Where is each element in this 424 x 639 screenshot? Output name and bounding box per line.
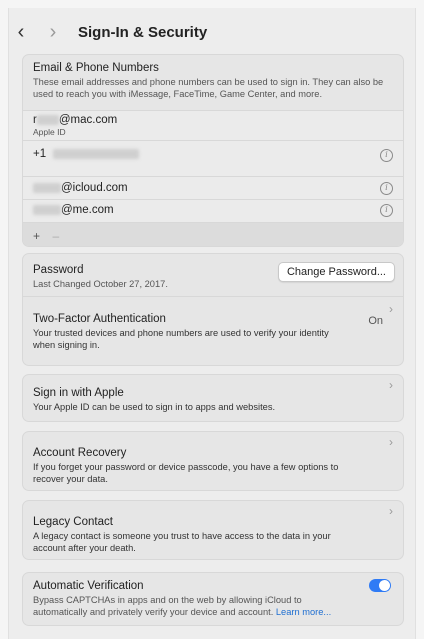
page-title: Sign-In & Security bbox=[78, 23, 208, 41]
info-icon[interactable]: i bbox=[380, 149, 393, 162]
password-card: Password Last Changed October 27, 2017. … bbox=[22, 253, 404, 366]
email-phone-description: These email addresses and phone numbers … bbox=[33, 77, 384, 99]
legacy-contact-title: Legacy Contact bbox=[33, 516, 113, 528]
sign-in-with-apple-title: Sign in with Apple bbox=[33, 387, 124, 399]
account-recovery-title: Account Recovery bbox=[33, 447, 127, 459]
email-phone-header: Email & Phone Numbers These email addres… bbox=[23, 55, 403, 111]
account-recovery-card[interactable]: Account Recovery If you forget your pass… bbox=[22, 431, 404, 491]
info-icon[interactable]: i bbox=[380, 182, 393, 195]
redacted-text bbox=[36, 114, 59, 125]
legacy-contact-description: A legacy contact is someone you trust to… bbox=[33, 531, 331, 553]
change-password-button[interactable]: Change Password... bbox=[277, 262, 395, 282]
back-icon[interactable]: ‹ bbox=[10, 22, 32, 42]
me-email-domain: @me.com bbox=[61, 204, 114, 216]
chevron-right-icon[interactable]: › bbox=[389, 378, 393, 392]
remove-button[interactable]: – bbox=[52, 229, 59, 243]
chevron-right-icon[interactable]: › bbox=[389, 302, 393, 316]
icloud-email-domain: @icloud.com bbox=[61, 182, 128, 194]
automatic-verification-toggle[interactable] bbox=[369, 579, 391, 592]
sign-in-with-apple-card[interactable]: Sign in with Apple Your Apple ID can be … bbox=[22, 374, 404, 422]
toolbar: ‹ › Sign-In & Security bbox=[10, 16, 414, 48]
add-button[interactable]: + bbox=[33, 229, 40, 243]
sign-in-with-apple-description: Your Apple ID can be used to sign in to … bbox=[33, 402, 276, 412]
automatic-verification-description: Bypass CAPTCHAs in apps and on the web b… bbox=[33, 595, 302, 617]
two-factor-description: Your trusted devices and phone numbers a… bbox=[33, 328, 329, 350]
email-phone-card: Email & Phone Numbers These email addres… bbox=[22, 54, 404, 247]
info-icon[interactable]: i bbox=[380, 204, 393, 217]
phone-row[interactable]: +1 i bbox=[23, 141, 403, 177]
learn-more-link[interactable]: Learn more... bbox=[276, 607, 331, 617]
me-email-row[interactable]: @me.com i bbox=[23, 200, 403, 223]
password-row: Password Last Changed October 27, 2017. … bbox=[23, 254, 403, 297]
chevron-right-icon[interactable]: › bbox=[389, 504, 393, 518]
two-factor-title: Two-Factor Authentication bbox=[33, 313, 166, 325]
email-phone-title: Email & Phone Numbers bbox=[33, 62, 159, 74]
redacted-text bbox=[33, 204, 61, 215]
apple-id-row[interactable]: r @mac.com Apple ID bbox=[23, 111, 403, 141]
icloud-email-row[interactable]: @icloud.com i bbox=[23, 177, 403, 200]
redacted-text bbox=[33, 182, 61, 193]
two-factor-row[interactable]: Two-Factor Authentication Your trusted d… bbox=[23, 297, 403, 365]
automatic-verification-title: Automatic Verification bbox=[33, 580, 144, 592]
two-factor-status: On bbox=[368, 315, 383, 327]
redacted-text bbox=[53, 148, 140, 159]
add-remove-bar: + – bbox=[23, 223, 403, 246]
forward-icon[interactable]: › bbox=[42, 22, 64, 42]
apple-id-label: Apple ID bbox=[33, 127, 66, 137]
phone-prefix: +1 bbox=[33, 148, 47, 160]
apple-id-domain: @mac.com bbox=[58, 114, 118, 126]
automatic-verification-card: Automatic Verification Bypass CAPTCHAs i… bbox=[22, 572, 404, 626]
account-recovery-description: If you forget your password or device pa… bbox=[33, 462, 339, 484]
chevron-right-icon[interactable]: › bbox=[389, 435, 393, 449]
legacy-contact-card[interactable]: Legacy Contact A legacy contact is someo… bbox=[22, 500, 404, 560]
